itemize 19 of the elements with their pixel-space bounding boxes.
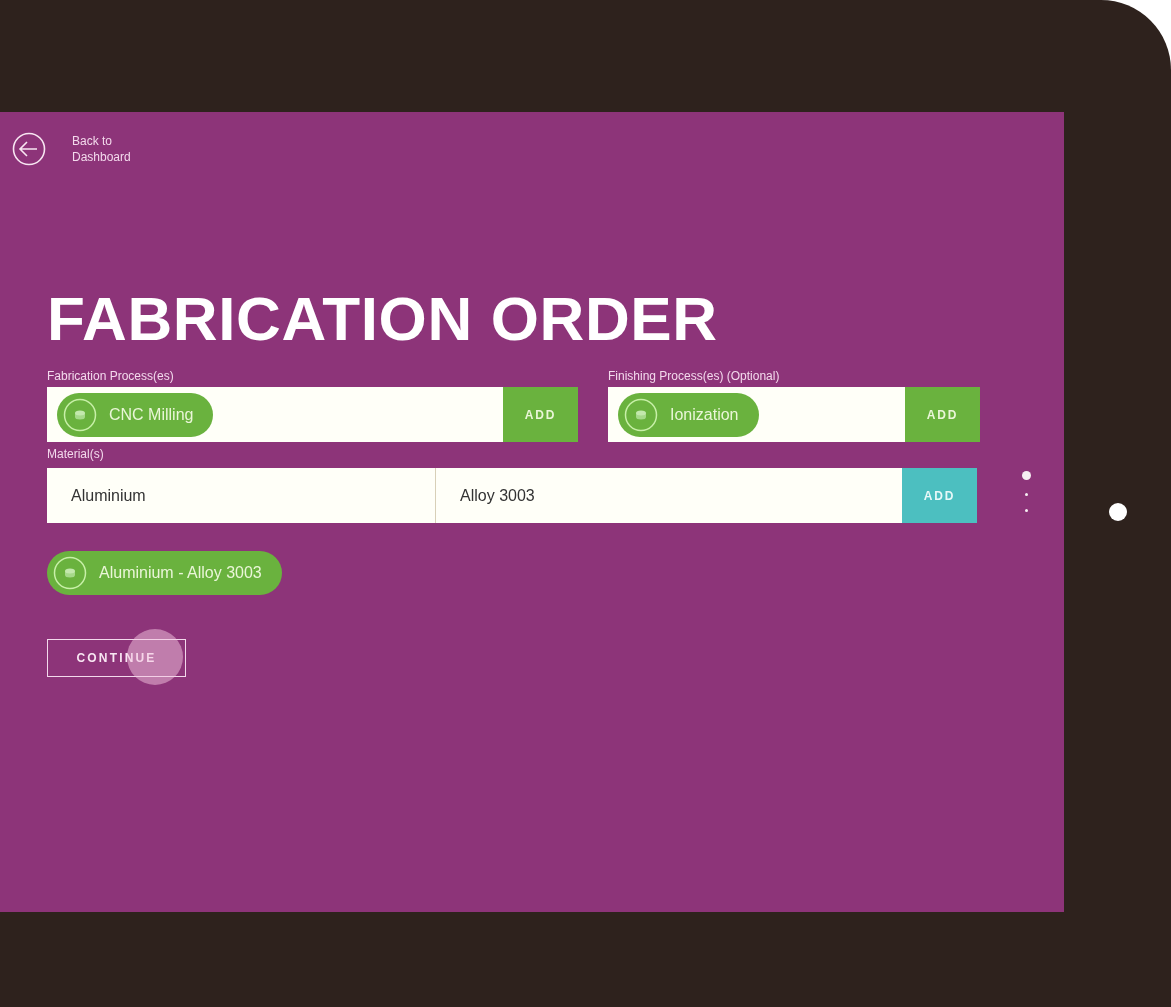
input-field[interactable]: CNC Milling ADD — [47, 387, 578, 442]
input-field[interactable]: Ionization ADD — [608, 387, 980, 442]
input-field[interactable]: Aluminium — [47, 468, 436, 523]
chip-label: CNC Milling — [109, 404, 194, 425]
back-link[interactable]: Back to Dashboard — [12, 132, 136, 166]
field-label: Finishing Process(es) (Optional) — [608, 370, 781, 382]
chip-label: Aluminium - Alloy 3003 — [99, 563, 262, 583]
continue-button[interactable]: CONTINUE — [47, 639, 186, 677]
add-button[interactable]: ADD — [503, 387, 578, 442]
field-label: Fabrication Process(es) — [47, 370, 175, 382]
field-label: Material(s) — [47, 448, 105, 460]
input-field[interactable]: Alloy 3003 — [436, 468, 902, 523]
page-title: FABRICATION ORDER — [47, 288, 718, 350]
tag-chip[interactable]: CNC Milling — [57, 392, 214, 437]
chip-label: Ionization — [670, 404, 739, 425]
add-button[interactable]: ADD — [902, 468, 977, 523]
tag-chip[interactable]: Aluminium - Alloy 3003 — [47, 551, 282, 595]
tag-chip[interactable]: Ionization — [618, 392, 759, 437]
add-button[interactable]: ADD — [905, 387, 980, 442]
